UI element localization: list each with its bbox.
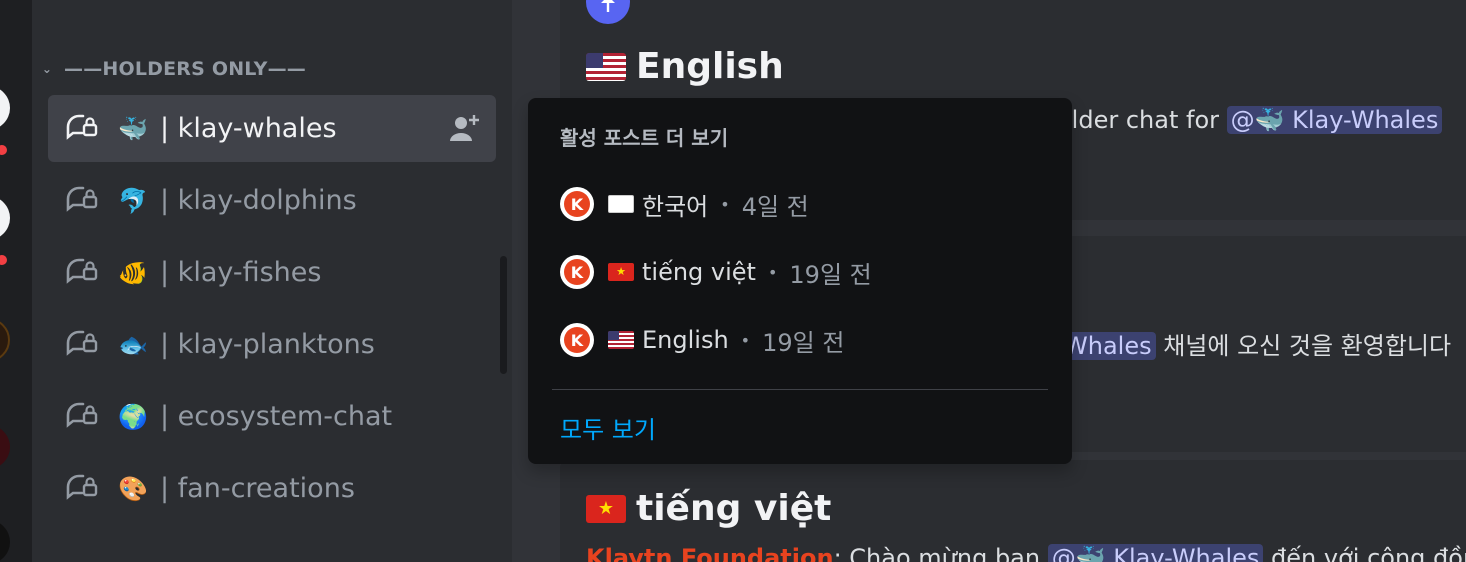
post-preview-english: older chat for @🐳 Klay-Whales <box>1057 106 1443 134</box>
channel-name: | ecosystem-chat <box>160 401 393 432</box>
separator: • <box>767 262 778 282</box>
add-member-icon[interactable] <box>448 111 482 145</box>
active-post-item[interactable]: K 한국어 • 4일 전 <box>560 184 809 224</box>
channel-ecosystem-chat[interactable]: 🌍 | ecosystem-chat <box>48 383 496 450</box>
post-title-english[interactable]: English <box>586 46 784 87</box>
channel-emoji: 🐟 <box>118 330 148 359</box>
forum-lock-icon <box>64 399 104 435</box>
post-age: 19일 전 <box>789 260 872 289</box>
channel-klay-dolphins[interactable]: 🐬 | klay-dolphins <box>48 167 496 234</box>
post-title-text: English <box>636 46 784 87</box>
channel-emoji: 🎨 <box>118 474 148 503</box>
channel-name: | klay-whales <box>160 113 337 144</box>
vn-flag-icon: ★ <box>608 263 634 281</box>
channel-emoji: 🐬 <box>118 186 148 215</box>
channel-name: | klay-dolphins <box>160 185 357 216</box>
active-post-item[interactable]: K English • 19일 전 <box>560 320 844 360</box>
separator: • <box>720 194 730 214</box>
klaytn-logo-icon: K <box>560 323 594 357</box>
post-label: English <box>642 326 729 354</box>
channel-name: | klay-planktons <box>160 329 375 360</box>
see-all-link[interactable]: 모두 보기 <box>560 410 656 445</box>
active-posts-popup: 활성 포스트 더 보기 K 한국어 • 4일 전 K ★ tiếng việt … <box>528 98 1072 464</box>
notification-badge <box>0 252 10 268</box>
klaytn-logo-icon: K <box>560 255 594 289</box>
channel-klay-planktons[interactable]: 🐟 | klay-planktons <box>48 311 496 378</box>
channel-emoji: 🐠 <box>118 258 148 287</box>
role-mention[interactable]: Whales <box>1060 332 1156 360</box>
author-name[interactable]: Klaytn Foundation <box>586 544 834 562</box>
post-age: 4일 전 <box>741 192 809 221</box>
us-flag-icon <box>586 52 626 81</box>
server-icon[interactable] <box>0 520 10 562</box>
forum-lock-icon <box>64 255 104 291</box>
kr-flag-icon <box>608 195 634 213</box>
post-label: tiếng việt <box>642 258 756 286</box>
channel-name: | klay-fishes <box>160 257 322 288</box>
server-rail <box>0 0 32 562</box>
post-preview-vietnamese: Klaytn Foundation: Chào mừng bạn @🐳 Klay… <box>586 544 1466 562</box>
post-age: 19일 전 <box>762 328 845 357</box>
notification-badge <box>0 142 10 158</box>
post-preview-korean: Whales 채널에 오신 것을 환영합니다 <box>1060 326 1451 361</box>
category-label: ——HOLDERS ONLY—— <box>64 58 306 80</box>
role-mention[interactable]: @🐳 Klay-Whales <box>1226 106 1443 134</box>
klaytn-logo-icon: K <box>560 187 594 221</box>
popup-title: 활성 포스트 더 보기 <box>560 126 729 150</box>
active-post-item[interactable]: K ★ tiếng việt • 19일 전 <box>560 252 872 292</box>
forum-lock-icon <box>64 327 104 363</box>
preview-text: 채널에 오신 것을 환영합니다 <box>1155 332 1452 360</box>
channel-fan-creations[interactable]: 🎨 | fan-creations <box>48 455 496 522</box>
preview-text: : Chào mừng bạn <box>833 544 1048 562</box>
server-icon[interactable] <box>0 86 10 130</box>
preview-text: older chat for <box>1057 106 1227 134</box>
chevron-down-icon: ⌄ <box>41 62 53 76</box>
sidebar-scrollbar[interactable] <box>500 256 507 374</box>
forum-lock-icon <box>64 111 104 147</box>
separator: • <box>740 330 751 350</box>
post-title-vietnamese[interactable]: ★ tiếng việt <box>586 488 831 529</box>
preview-text: đến với cộng đồng <box>1271 544 1466 562</box>
popup-divider <box>552 389 1048 390</box>
post-label: 한국어 <box>642 192 709 221</box>
channel-emoji: 🌍 <box>118 402 148 431</box>
server-icon[interactable] <box>0 425 10 469</box>
category-holders-only[interactable]: ⌄ ——HOLDERS ONLY—— <box>40 56 306 82</box>
us-flag-icon <box>608 331 634 349</box>
channel-klay-whales[interactable]: 🐳 | klay-whales <box>48 95 496 162</box>
forum-lock-icon <box>64 183 104 219</box>
server-icon[interactable] <box>0 318 10 362</box>
post-title-text: tiếng việt <box>636 488 832 529</box>
channel-emoji: 🐳 <box>118 114 148 143</box>
vn-flag-icon: ★ <box>586 494 626 523</box>
channel-klay-fishes[interactable]: 🐠 | klay-fishes <box>48 239 496 306</box>
channel-sidebar: ⌄ ——HOLDERS ONLY—— 🐳 | klay-whales 🐬 | k… <box>32 0 512 562</box>
server-icon[interactable] <box>0 196 10 240</box>
forum-lock-icon <box>64 471 104 507</box>
channel-name: | fan-creations <box>160 473 355 504</box>
role-mention[interactable]: @🐳 Klay-Whales <box>1047 544 1264 562</box>
